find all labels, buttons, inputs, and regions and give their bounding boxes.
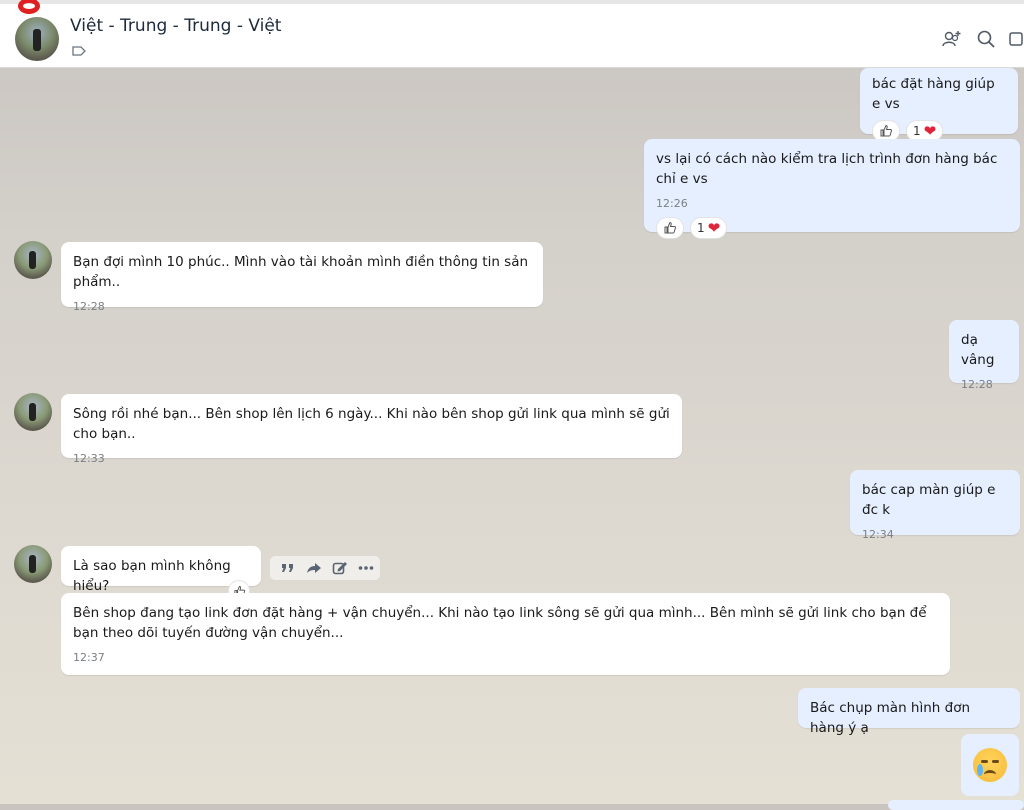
message-bubble-sent[interactable]: bác đặt hàng giúp e vs 1 ❤ xyxy=(860,68,1018,142)
message-time: 12:28 xyxy=(73,300,105,313)
crying-face-icon xyxy=(973,748,1007,782)
reaction-bar: 1 ❤ xyxy=(656,217,1008,239)
group-avatar[interactable] xyxy=(15,17,59,61)
heart-reaction-count[interactable]: 1 ❤ xyxy=(690,217,728,239)
message-bubble-received[interactable]: Bên shop đang tạo link đơn đặt hàng + vậ… xyxy=(61,593,950,675)
message-text: Bên shop đang tạo link đơn đặt hàng + vậ… xyxy=(73,605,927,641)
sender-avatar[interactable] xyxy=(14,393,52,431)
message-bubble-received[interactable]: Là sao bạn mình không hiểu? xyxy=(61,546,261,594)
chat-header: Việt - Trung - Trung - Việt xyxy=(0,0,1024,68)
message-text: Sông rồi nhé bạn... Bên shop lên lịch 6 … xyxy=(73,406,670,442)
reaction-count: 1 xyxy=(913,124,921,138)
heart-icon: ❤ xyxy=(923,121,937,140)
message-time: 12:28 xyxy=(961,378,993,391)
message-bubble-sent[interactable]: bác cap màn giúp e đc k 12:34 xyxy=(850,470,1020,541)
message-hover-toolbar xyxy=(270,556,380,580)
add-member-icon[interactable] xyxy=(941,28,963,50)
message-time: 12:33 xyxy=(73,452,105,465)
search-icon[interactable] xyxy=(975,28,997,50)
message-bubble-sent[interactable]: vs lại có cách nào kiểm tra lịch trình đ… xyxy=(644,139,1020,239)
message-time: 12:37 xyxy=(73,651,105,664)
message-bubble-sent-partial[interactable] xyxy=(888,800,1024,810)
message-text: Bác chụp màn hình đơn hàng ý ạ xyxy=(810,700,971,736)
message-bubble-received[interactable]: Bạn đợi mình 10 phúc.. Mình vào tài khoả… xyxy=(61,242,543,313)
quote-icon[interactable] xyxy=(280,561,296,575)
emoji-message[interactable] xyxy=(961,734,1019,796)
like-reaction-button[interactable] xyxy=(656,217,684,239)
message-time: 12:26 xyxy=(656,197,688,210)
edit-icon[interactable] xyxy=(332,560,348,576)
message-time: 12:34 xyxy=(862,528,894,541)
forward-icon[interactable] xyxy=(306,561,322,575)
heart-icon: ❤ xyxy=(707,218,721,237)
message-text: Là sao bạn mình không hiểu? xyxy=(73,558,231,594)
thumbs-up-icon xyxy=(664,221,676,234)
message-bubble-sent[interactable]: dạ vâng 12:28 xyxy=(949,320,1019,391)
reaction-count: 1 xyxy=(697,221,705,235)
message-bubble-received[interactable]: Sông rồi nhé bạn... Bên shop lên lịch 6 … xyxy=(61,394,682,465)
video-call-icon[interactable] xyxy=(1008,28,1024,50)
message-text: vs lại có cách nào kiểm tra lịch trình đ… xyxy=(656,151,998,187)
chat-title[interactable]: Việt - Trung - Trung - Việt xyxy=(70,16,281,36)
thumbs-up-icon xyxy=(880,124,892,137)
message-text: bác cap màn giúp e đc k xyxy=(862,482,996,518)
message-text: dạ vâng xyxy=(961,332,995,368)
sender-avatar[interactable] xyxy=(14,545,52,583)
message-text: bác đặt hàng giúp e vs xyxy=(872,76,995,112)
sender-avatar[interactable] xyxy=(14,241,52,279)
notification-badge xyxy=(18,0,40,14)
more-icon[interactable] xyxy=(358,565,374,571)
tag-icon[interactable] xyxy=(72,46,86,56)
message-text: Bạn đợi mình 10 phúc.. Mình vào tài khoả… xyxy=(73,254,529,290)
message-bubble-sent[interactable]: Bác chụp màn hình đơn hàng ý ạ xyxy=(798,688,1020,736)
